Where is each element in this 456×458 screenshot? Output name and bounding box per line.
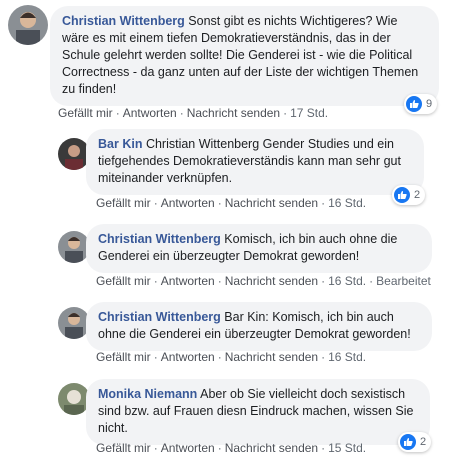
reaction-count[interactable]: 9 — [404, 94, 438, 114]
reaction-number: 9 — [426, 98, 433, 110]
reply-link[interactable]: Antworten — [161, 441, 215, 455]
reaction-count[interactable]: 2 — [392, 185, 426, 205]
comment-bubble: Monika Niemann Aber ob Sie vielleicht do… — [86, 379, 430, 445]
comment-actions: Gefällt mir · Antworten · Nachricht senden · 1… — [96, 441, 367, 455]
comment-bubble: Christian Wittenberg Bar Kin: Komisch, i… — [86, 302, 432, 351]
message-link[interactable]: Nachricht senden — [225, 274, 318, 288]
reaction-number: 2 — [420, 436, 427, 448]
comment-bubble: Bar Kin Christian Wittenberg Gender Stud… — [86, 129, 424, 195]
comment-text: Christian Wittenberg Gender Studies und … — [98, 137, 401, 185]
author-name[interactable]: Christian Wittenberg — [98, 310, 221, 324]
author-name[interactable]: Monika Niemann — [98, 387, 197, 401]
timestamp[interactable]: 15 Std. — [328, 441, 366, 455]
author-name[interactable]: Bar Kin — [98, 137, 142, 151]
timestamp[interactable]: 16 Std. — [328, 274, 366, 288]
message-link[interactable]: Nachricht senden — [187, 106, 280, 120]
reply-link[interactable]: Antworten — [123, 106, 177, 120]
timestamp[interactable]: 16 Std. — [328, 196, 366, 210]
thumbs-up-icon — [394, 187, 410, 203]
comment-bubble: Christian Wittenberg Komisch, ich bin au… — [86, 224, 432, 273]
comment-bubble: Christian Wittenberg Sonst gibt es nicht… — [50, 6, 439, 106]
like-link[interactable]: Gefällt mir — [96, 441, 151, 455]
message-link[interactable]: Nachricht senden — [225, 350, 318, 364]
comment-actions: Gefällt mir · Antworten · Nachricht senden · 1… — [96, 350, 367, 364]
like-link[interactable]: Gefällt mir — [58, 106, 113, 120]
like-link[interactable]: Gefällt mir — [96, 274, 151, 288]
thumbs-up-icon — [406, 96, 422, 112]
edited-label[interactable]: Bearbeitet — [376, 274, 431, 288]
reply-link[interactable]: Antworten — [161, 196, 215, 210]
reply-link[interactable]: Antworten — [161, 274, 215, 288]
avatar[interactable] — [8, 5, 48, 45]
timestamp[interactable]: 16 Std. — [328, 350, 366, 364]
author-name[interactable]: Christian Wittenberg — [98, 232, 221, 246]
thumbs-up-icon — [400, 434, 416, 450]
comment-actions: Gefällt mir · Antworten · Nachricht senden · 1… — [96, 274, 431, 288]
reaction-count[interactable]: 2 — [398, 432, 432, 452]
comment-actions: Gefällt mir · Antworten · Nachricht senden · 1… — [96, 196, 367, 210]
timestamp[interactable]: 17 Std. — [290, 106, 328, 120]
like-link[interactable]: Gefällt mir — [96, 196, 151, 210]
reaction-number: 2 — [414, 189, 421, 201]
reply-link[interactable]: Antworten — [161, 350, 215, 364]
like-link[interactable]: Gefällt mir — [96, 350, 151, 364]
author-name[interactable]: Christian Wittenberg — [62, 14, 185, 28]
comment-actions: Gefällt mir · Antworten · Nachricht senden · 1… — [58, 106, 329, 120]
message-link[interactable]: Nachricht senden — [225, 441, 318, 455]
message-link[interactable]: Nachricht senden — [225, 196, 318, 210]
